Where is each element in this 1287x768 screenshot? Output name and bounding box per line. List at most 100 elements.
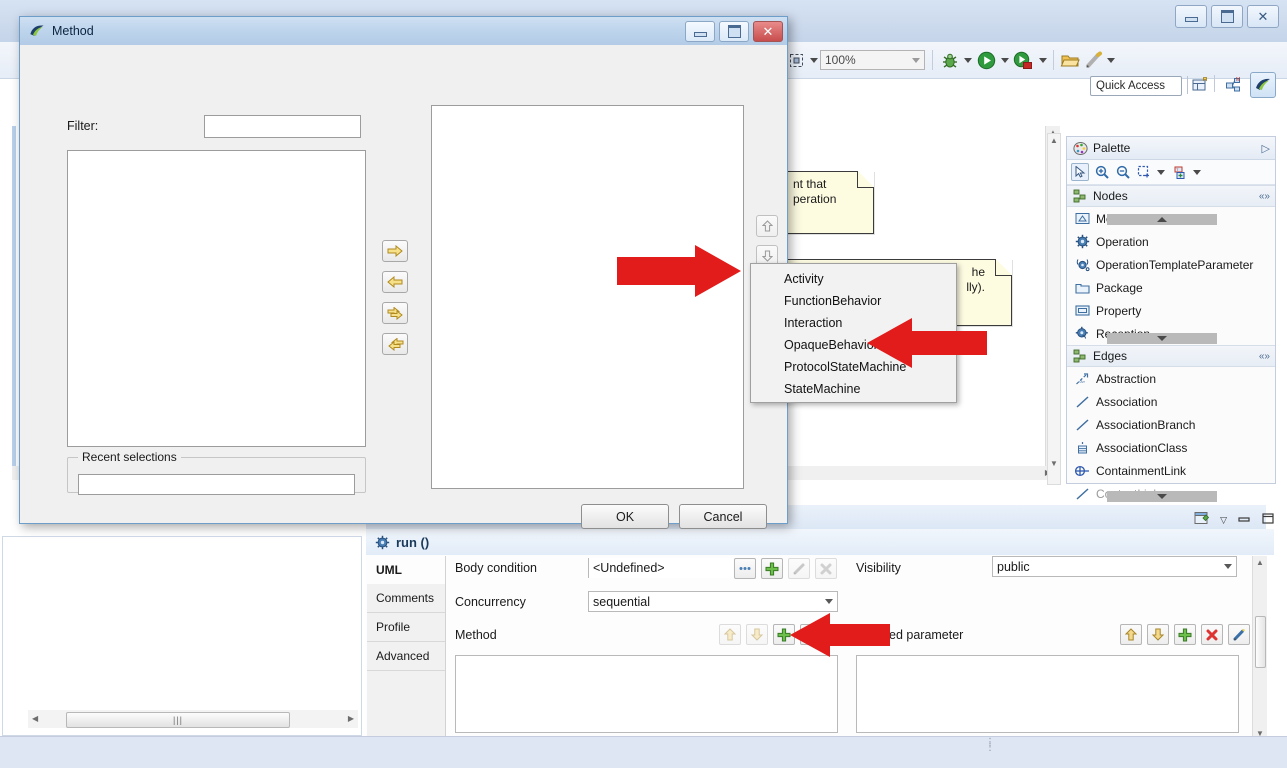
run-external-caret-icon[interactable] [1039,58,1047,63]
dialog-minimize-button[interactable] [685,20,715,42]
dialog-close-button[interactable]: ✕ [753,20,783,42]
pin-view-icon[interactable] [1193,510,1210,530]
run-icon[interactable] [977,51,996,73]
zoom-in-icon[interactable] [1094,164,1110,180]
minimize-view-icon[interactable] [1237,513,1251,528]
move-all-left-icon[interactable] [382,333,408,355]
scroll-up-icon[interactable]: ▲ [1048,136,1060,145]
available-items-list[interactable] [67,150,366,447]
collapse-all-icon[interactable]: «» [1259,191,1270,202]
add-icon[interactable] [761,558,783,579]
papyrus-perspective-icon[interactable] [1250,72,1276,98]
visibility-combo[interactable]: public [992,556,1237,577]
palette-item-operation[interactable]: Operation [1067,230,1275,253]
properties-vertical-scrollbar[interactable]: ▲ ▼ [1252,556,1267,756]
zoom-out-icon[interactable] [1115,164,1131,180]
chevron-down-icon[interactable] [1224,564,1232,569]
sash-handle[interactable]: ⋮ ⋮ [985,738,995,753]
properties-tab-profile[interactable]: Profile [367,613,445,642]
delete-icon[interactable] [1201,624,1223,645]
chevron-right-icon[interactable]: ▷ [1262,142,1270,155]
window-close-button[interactable]: ✕ [1247,5,1279,28]
menu-item-label: StateMachine [784,382,861,396]
method-list[interactable] [455,655,838,733]
scroll-right-icon[interactable]: ▶ [348,714,354,723]
scroll-up-icon[interactable]: ▲ [1253,558,1267,567]
run-external-icon[interactable] [1013,51,1033,74]
collapse-all-icon[interactable]: «» [1259,351,1270,362]
zoom-combo[interactable]: 100% [820,50,925,70]
palette-item-operationtemplateparameter[interactable]: OperationTemplateParameter [1067,253,1275,276]
marquee-caret-icon[interactable] [810,58,818,63]
owned-parameter-list[interactable] [856,655,1239,733]
chevron-down-icon[interactable] [825,599,833,604]
properties-tab-uml[interactable]: UML [367,556,445,584]
palette-header: Palette ▷ [1067,137,1275,160]
properties-tab-comments[interactable]: Comments [367,584,445,613]
recent-selections-input[interactable] [78,474,355,495]
palette-item-abstraction[interactable]: «A» Abstraction [1067,367,1275,390]
scrollbar-thumb[interactable]: ||| [66,712,290,728]
palette-item-label: AssociationBranch [1096,417,1196,432]
add-icon[interactable] [1174,624,1196,645]
palette-item-associationclass[interactable]: AssociationClass [1067,436,1275,459]
open-folder-icon[interactable] [1060,51,1080,73]
move-left-icon[interactable] [382,271,408,293]
maximize-view-icon[interactable] [1261,512,1275,528]
marquee-icon[interactable] [1136,164,1152,180]
menu-item-activity[interactable]: Activity [751,268,956,290]
new-perspective-icon[interactable] [1188,73,1212,97]
palette-item-property[interactable]: Property [1067,299,1275,322]
comment-note[interactable]: nt that peration [786,171,874,234]
palette-scroll-down-indicator-2[interactable] [1107,491,1217,502]
scroll-down-icon[interactable]: ▼ [1048,459,1060,468]
menu-item-statemachine[interactable]: StateMachine [751,378,956,400]
select-marquee-icon[interactable] [788,52,805,72]
pencil-caret-icon[interactable] [1107,58,1115,63]
move-all-right-icon[interactable] [382,302,408,324]
palette-outer-scrollbar[interactable]: ▲ ▼ [1047,133,1061,485]
move-up-icon[interactable] [756,215,778,237]
ok-button[interactable]: OK [581,504,669,529]
dialog-maximize-button[interactable] [719,20,749,42]
palette-section-nodes[interactable]: Nodes «» [1067,185,1275,207]
move-up-icon[interactable] [1120,624,1142,645]
body-condition-label: Body condition [455,561,538,575]
view-menu-icon[interactable]: ▽ [1220,515,1227,526]
menu-item-functionbehavior[interactable]: FunctionBehavior [751,290,956,312]
palette-item-associationbranch[interactable]: AssociationBranch [1067,413,1275,436]
scrollbar-thumb[interactable] [1255,616,1266,668]
palette-section-edges[interactable]: Edges «» [1067,345,1275,367]
cancel-button[interactable]: Cancel [679,504,767,529]
edit-icon[interactable] [1228,624,1250,645]
quick-access-input[interactable]: Quick Access [1090,76,1182,96]
move-right-icon[interactable] [382,240,408,262]
window-maximize-button[interactable] [1211,5,1243,28]
zoom-caret-icon[interactable] [912,57,920,63]
debug-icon[interactable] [940,51,960,74]
browse-icon[interactable] [734,558,756,579]
window-minimize-button[interactable] [1175,5,1207,28]
palette-item-label: Abstraction [1096,371,1157,386]
pencil-icon[interactable] [1084,51,1103,73]
concurrency-combo[interactable]: sequential [588,591,838,612]
select-arrow-icon[interactable] [1071,163,1089,181]
arrow-to-opaque-behavior [867,318,987,371]
palette-scroll-up-indicator[interactable] [1107,214,1217,225]
properties-tab-advanced[interactable]: Advanced [367,642,445,671]
modeling-perspective-icon[interactable]: M [1222,73,1246,97]
filter-input[interactable] [204,115,361,138]
move-down-icon[interactable] [1147,624,1169,645]
run-caret-icon[interactable] [1001,58,1009,63]
format-caret-icon[interactable] [1193,169,1201,175]
debug-caret-icon[interactable] [964,58,972,63]
note-fold-icon [857,171,874,188]
scroll-left-icon[interactable]: ◀ [32,714,38,723]
format-icon[interactable]: T [1172,164,1188,180]
palette-item-containmentlink[interactable]: ContainmentLink [1067,459,1275,482]
marquee-caret-icon[interactable] [1157,169,1165,175]
body-condition-value[interactable]: <Undefined> [588,558,733,578]
palette-scroll-down-indicator[interactable] [1107,333,1217,344]
palette-item-association[interactable]: Association [1067,390,1275,413]
palette-item-package[interactable]: Package [1067,276,1275,299]
